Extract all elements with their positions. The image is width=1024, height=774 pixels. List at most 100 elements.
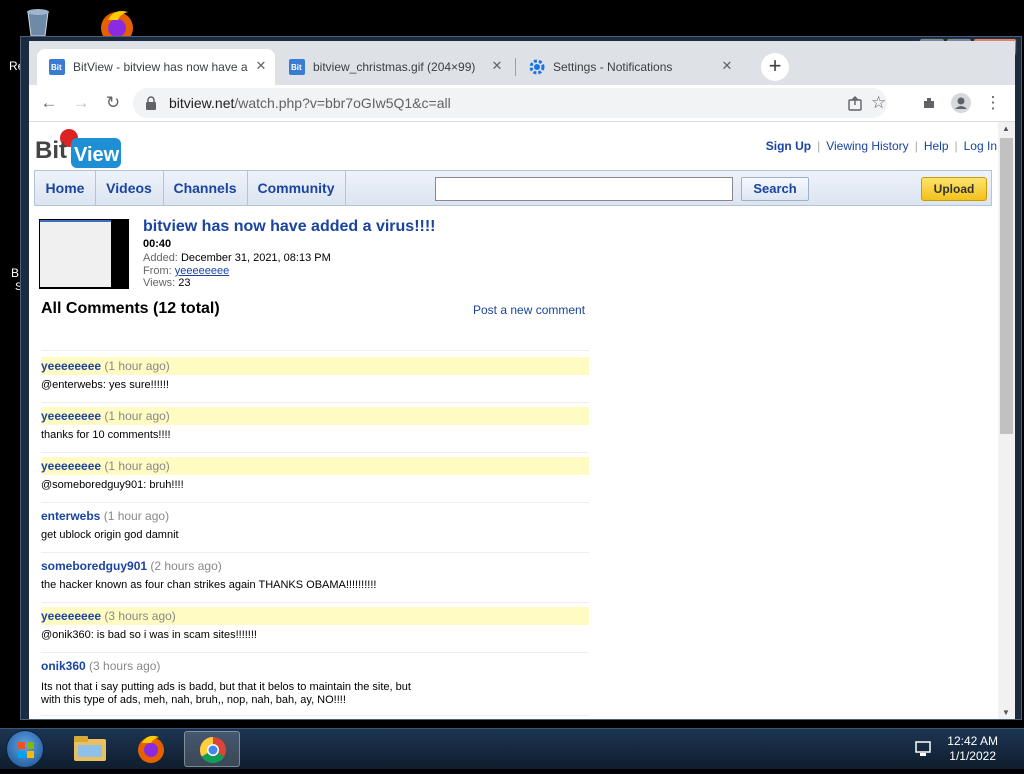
bitview-favicon-icon: Bit [49, 59, 65, 75]
top-links: Sign Up | Viewing History | Help | Log In [765, 139, 997, 153]
file-explorer-taskbar-icon[interactable] [62, 731, 118, 767]
logo-text-top: Bit [35, 137, 67, 164]
uploader-link[interactable]: yeeeeeeee [175, 265, 229, 277]
comment-text: get ublock origin god damnit [41, 529, 179, 541]
video-added: Added: December 31, 2021, 08:13 PM [143, 252, 331, 264]
back-icon[interactable]: ← [37, 91, 61, 115]
comment-author[interactable]: someboredguy901 [41, 559, 147, 573]
tab-title: BitView - bitview has now have a [73, 60, 248, 74]
new-tab-button[interactable]: + [761, 53, 789, 81]
comment: yeeeeeeee (3 hours ago) @onik360: is bad… [41, 602, 589, 642]
tab-settings-notifications[interactable]: Settings - Notifications ✕ [517, 49, 753, 85]
logo-text-bottom: View [74, 144, 120, 166]
comment-text-line2: with this type of ads, meh, nah, bruh,, … [41, 694, 346, 706]
post-comment-link[interactable]: Post a new comment [473, 303, 585, 317]
bookmark-star-icon[interactable]: ☆ [871, 93, 886, 113]
comment-time: (1 hour ago) [104, 359, 170, 373]
browser-window: — ☐ ✕ Bit BitView - bitview has now have… [20, 36, 1022, 720]
scroll-up-arrow-icon[interactable]: ▲ [1002, 124, 1010, 133]
reload-icon[interactable]: ↻ [101, 91, 125, 115]
clock-time: 12:42 AM [947, 734, 998, 748]
comment-time: (2 hours ago) [150, 559, 222, 573]
comment-author[interactable]: yeeeeeeee [41, 409, 101, 423]
video-title[interactable]: bitview has now have added a virus!!!! [143, 218, 436, 236]
viewing-history-link[interactable]: Viewing History [826, 139, 908, 153]
tab-divider [515, 58, 516, 76]
comment-text: @enterwebs: yes sure!!!!!! [41, 379, 169, 391]
nav-videos[interactable]: Videos [95, 171, 164, 205]
comment-author[interactable]: enterwebs [41, 509, 100, 523]
sign-up-link[interactable]: Sign Up [766, 139, 811, 153]
search-button[interactable]: Search [741, 177, 809, 201]
windows-logo-icon [18, 742, 34, 758]
nav-community[interactable]: Community [247, 171, 346, 205]
system-clock[interactable]: 12:42 AM 1/1/2022 [947, 734, 998, 764]
upload-button[interactable]: Upload [921, 177, 987, 201]
search-input[interactable] [435, 177, 733, 201]
divider [41, 350, 589, 351]
menu-kebab-icon[interactable]: ⋮ [981, 91, 1005, 115]
tab-title: Settings - Notifications [553, 60, 673, 74]
nav-channels[interactable]: Channels [163, 171, 248, 205]
nav-home[interactable]: Home [35, 171, 96, 205]
video-from: From: yeeeeeeee [143, 265, 230, 277]
tab-title: bitview_christmas.gif (204×99) [313, 60, 476, 74]
log-in-link[interactable]: Log In [964, 139, 997, 153]
comment: yeeeeeeee (1 hour ago) @enterwebs: yes s… [41, 357, 589, 392]
page-scrollbar[interactable]: ▲ ▼ [998, 122, 1015, 719]
comment-time: (1 hour ago) [104, 459, 170, 473]
comment: yeeeeeeee (1 hour ago) thanks for 10 com… [41, 402, 589, 442]
comment: someboredguy901 (2 hours ago) the hacker… [41, 552, 589, 592]
url-text: bitview.net/watch.php?v=bbr7oGIw5Q1&c=al… [169, 95, 451, 111]
comment-author[interactable]: yeeeeeeee [41, 609, 101, 623]
comments-header: All Comments (12 total) [41, 300, 220, 317]
url-path: /watch.php?v=bbr7oGIw5Q1&c=all [234, 95, 451, 111]
web-page: Bit View Sign Up | Viewing History | Help | Lo… [29, 122, 1015, 719]
tab-close-icon[interactable]: ✕ [489, 58, 505, 74]
firefox-desktop-icon[interactable] [94, 6, 140, 44]
firefox-taskbar-icon[interactable] [123, 731, 179, 767]
chrome-browser: Bit BitView - bitview has now have a ✕ B… [29, 41, 1015, 719]
share-icon[interactable] [847, 95, 863, 116]
comment-time: (1 hour ago) [104, 409, 170, 423]
favicon-text: Bit [51, 63, 62, 72]
help-link[interactable]: Help [924, 139, 949, 153]
extensions-icon[interactable] [917, 91, 941, 115]
tab-close-icon[interactable]: ✕ [719, 58, 735, 74]
comment-author[interactable]: onik360 [41, 659, 86, 673]
comment-text: @onik360: is bad so i was in scam sites!… [41, 629, 257, 641]
video-thumbnail[interactable] [39, 219, 129, 289]
profile-avatar-icon[interactable] [949, 91, 973, 115]
chrome-taskbar-icon[interactable] [184, 731, 240, 767]
comment-text: thanks for 10 comments!!!! [41, 429, 171, 441]
lock-icon [145, 96, 157, 115]
tab-close-icon[interactable]: ✕ [253, 58, 269, 74]
bitview-favicon-icon: Bit [289, 59, 305, 75]
address-bar[interactable]: bitview.net/watch.php?v=bbr7oGIw5Q1&c=al… [133, 88, 887, 118]
gear-icon [529, 59, 545, 75]
scroll-down-arrow-icon[interactable]: ▼ [1002, 708, 1010, 717]
network-tray-icon[interactable] [914, 741, 932, 762]
comment: yeeeeeeee (1 hour ago) @someboredguy901:… [41, 452, 589, 492]
url-domain: bitview.net [169, 95, 235, 111]
comment-time: (3 hours ago) [89, 659, 161, 673]
recycle-bin-icon[interactable] [20, 6, 56, 37]
comment-author[interactable]: yeeeeeeee [41, 459, 101, 473]
taskbar: 12:42 AM 1/1/2022 [0, 728, 1024, 769]
tab-bitview-watch[interactable]: Bit BitView - bitview has now have a ✕ [37, 49, 275, 85]
site-nav: Home Videos Channels Community Search Up… [34, 170, 992, 206]
comment: onik360 (3 hours ago) Its not that i say… [41, 652, 589, 716]
scrollbar-thumb[interactable] [1000, 138, 1013, 434]
forward-icon[interactable]: → [69, 91, 93, 115]
browser-toolbar: ← → ↻ bitview.net/watch.php?v=bbr7oGIw5Q… [29, 85, 1015, 122]
clock-date: 1/1/2022 [949, 749, 996, 763]
bitview-logo[interactable]: Bit View [35, 128, 121, 173]
favicon-text: Bit [291, 63, 302, 72]
start-button[interactable] [6, 730, 44, 768]
desktop-label-fragment: B [11, 266, 20, 280]
comment-text: the hacker known as four chan strikes ag… [41, 579, 377, 591]
comment-author[interactable]: yeeeeeeee [41, 359, 101, 373]
comment-text: @someboredguy901: bruh!!!! [41, 479, 184, 491]
tab-bitview-gif[interactable]: Bit bitview_christmas.gif (204×99) ✕ [277, 49, 513, 85]
video-duration: 00:40 [143, 238, 172, 250]
